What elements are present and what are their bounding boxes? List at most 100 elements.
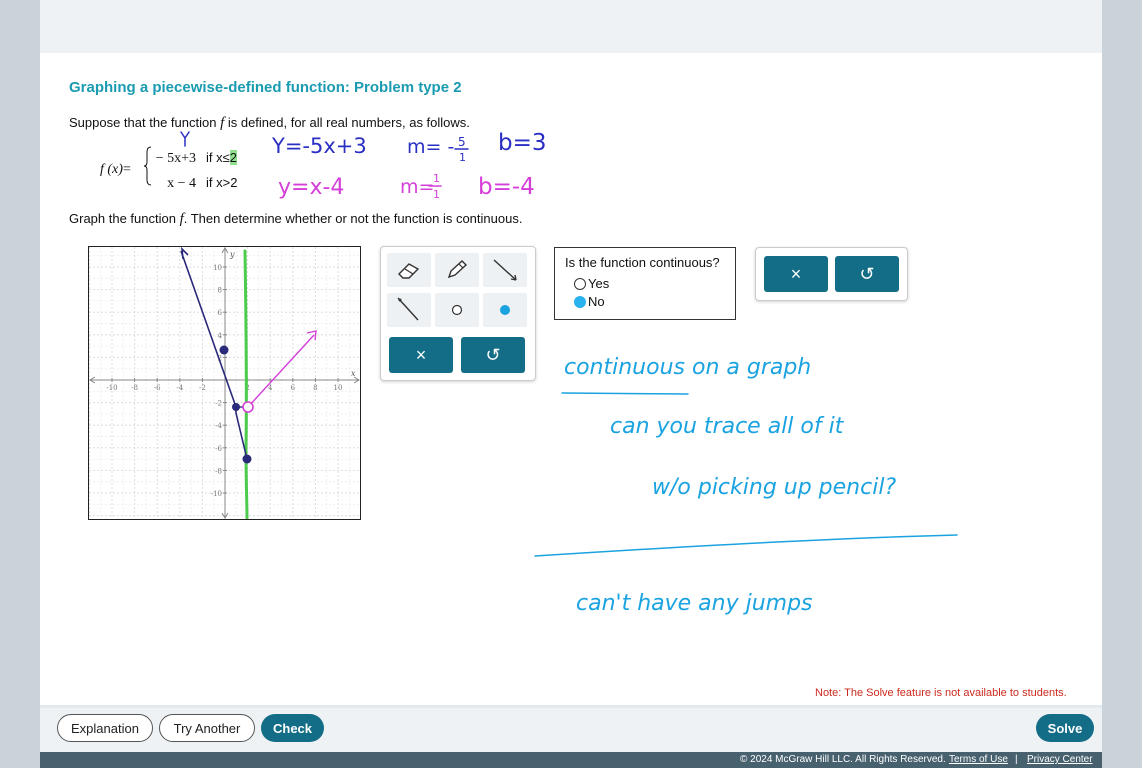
radio-no-selected[interactable] [574, 295, 586, 308]
y-tick-label: 4 [218, 332, 223, 340]
open-point-icon [451, 304, 463, 316]
ink-text-m2-num: 1 [433, 172, 440, 185]
problem-title: Graphing a piecewise-defined function: P… [69, 79, 462, 96]
tick-labels: -10 -8 -6 -4 -2 2 4 6 8 10108642-2-4-6-8-10 [106, 264, 342, 498]
fx-equals: = [122, 162, 131, 177]
ink-text-jumps: can't have any jumps [576, 591, 813, 616]
close-icon: × [790, 263, 802, 284]
eraser-icon [398, 263, 420, 279]
bottom-action-bar: Explanation Try Another Check Solve [40, 708, 1102, 752]
footer: © 2024 McGraw Hill LLC. All Rights Reser… [40, 752, 1102, 768]
y-tick-label: -8 [215, 467, 222, 475]
ink-annotations-cyan: continuous on a graph can you trace all … [534, 355, 958, 616]
y-tick-label: 8 [218, 287, 222, 295]
option-yes[interactable]: Yes [574, 276, 609, 291]
ink-text-continuous: continuous on a graph [564, 355, 811, 380]
ray-icon [397, 297, 419, 321]
top-band [40, 0, 1102, 53]
option-no-label: No [588, 294, 605, 309]
undo-icon: ↺ [485, 344, 501, 365]
graph-area[interactable]: -10 -8 -6 -4 -2 2 4 6 8 10 10 8 6 4 2 -2 -4 -6 -8 -10 x y [88, 246, 361, 520]
intro-text-before: Suppose that the function [69, 115, 221, 130]
option-no[interactable]: No [574, 294, 605, 309]
problem-instruction: Graph the function f. Then determine whe… [69, 211, 522, 228]
piece-2-condition: if x>2 [206, 175, 237, 190]
explanation-button[interactable]: Explanation [57, 714, 153, 742]
open-point-tool[interactable] [435, 293, 479, 327]
fx-name: f (x) [100, 162, 123, 177]
piece-1-condition-prefix: if x≤ [206, 150, 230, 165]
fx-label: f (x)= [100, 162, 131, 178]
ink-annotations-magenta: y=x-4 m= 1 1 b=-4 [278, 172, 535, 201]
close-icon: × [415, 344, 427, 365]
piece-row-2: x − 4 if x>2 [138, 175, 237, 192]
footer-separator: | [1015, 754, 1018, 765]
piece-1-expression: − 5x+3 [155, 151, 196, 166]
answer-controls-panel: × ↺ [755, 247, 908, 301]
piece-row-1: − 5x+3 if x≤2 [138, 150, 237, 167]
green-boundary-line [243, 249, 249, 519]
ink-text-m2: m= [400, 176, 434, 198]
continuity-question-box: Is the function continuous? Yes No [554, 247, 736, 320]
eraser-tool[interactable] [387, 253, 431, 287]
y-tick-label: -2 [215, 400, 222, 408]
ink-text-trace: can you trace all of it [610, 414, 845, 439]
ink-text-m1-den: 1 [459, 151, 466, 164]
piece-2-expression: x − 4 [167, 176, 196, 191]
y-tick-label: 10 [213, 264, 222, 272]
y-tick-label: 6 [218, 309, 223, 317]
terms-of-use-link[interactable]: Terms of Use [949, 754, 1008, 765]
closed-point-tool[interactable] [483, 293, 527, 327]
line-segment-icon [493, 259, 517, 281]
x-tick-label: -8 [131, 384, 138, 392]
instruction-after: . Then determine whether or not the func… [183, 211, 523, 226]
ink-text-m2-den: 1 [433, 188, 440, 201]
answer-undo-button[interactable]: ↺ [835, 256, 899, 292]
y-tick-label: -10 [211, 490, 222, 498]
solve-button[interactable]: Solve [1036, 714, 1094, 742]
axes [89, 247, 360, 519]
pencil-tool[interactable] [435, 253, 479, 287]
privacy-center-link[interactable]: Privacy Center [1027, 754, 1093, 765]
closed-point-icon [500, 305, 510, 315]
piece-2-condition-prefix: if x> [206, 175, 231, 190]
y-tick-label: -6 [215, 445, 222, 453]
problem-frame: Graphing a piecewise-defined function: P… [40, 0, 1102, 768]
copyright-text: © 2024 McGraw Hill LLC. All Rights Reser… [740, 754, 946, 765]
coordinate-plane[interactable]: -10 -8 -6 -4 -2 2 4 6 8 10108642-2-4-6-8-10 x y [89, 247, 360, 519]
ink-text-m1: m= - [407, 136, 454, 158]
ink-text-pencil: w/o picking up pencil? [652, 475, 896, 500]
x-tick-label: 8 [313, 384, 317, 392]
solve-note: Note: The Solve feature is not available… [815, 687, 1067, 699]
ink-text-m1-num: 5 [458, 135, 466, 149]
x-tick-label: 10 [334, 384, 343, 392]
try-another-button[interactable]: Try Another [159, 714, 255, 742]
option-yes-label: Yes [588, 276, 610, 291]
graph-undo-button[interactable]: ↺ [461, 337, 525, 373]
graph-clear-button[interactable]: × [389, 337, 453, 373]
piece-1-condition-value: 2 [229, 150, 237, 165]
y-tick-label: -4 [215, 422, 222, 430]
closed-point-neg6 [242, 454, 252, 464]
x-tick-label: -6 [154, 384, 161, 392]
intro-text-after: is defined, for all real numbers, as fol… [224, 115, 470, 130]
y-axis-label: y [229, 250, 235, 259]
piece-1-condition: if x≤2 [206, 150, 237, 165]
radio-yes[interactable] [574, 277, 586, 290]
x-tick-label: 6 [291, 384, 296, 392]
check-button[interactable]: Check [261, 714, 324, 742]
piece-1-arrowhead [180, 247, 189, 260]
x-tick-label: -2 [199, 384, 206, 392]
undo-icon: ↺ [859, 263, 875, 284]
open-point-2-neg2 [242, 401, 254, 413]
graph-tools-panel: × ↺ [380, 246, 536, 381]
line-segment-tool[interactable] [483, 253, 527, 287]
answer-clear-button[interactable]: × [764, 256, 828, 292]
ink-text-eq1: Y=-5x+3 [271, 134, 367, 158]
x-tick-label: -10 [106, 384, 117, 392]
closed-point-2-neg7 [232, 403, 240, 411]
ink-text-b2: b=-4 [478, 174, 535, 200]
continuity-question: Is the function continuous? [565, 255, 720, 270]
x-axis-label: x [351, 369, 356, 378]
ray-tool[interactable] [387, 293, 431, 327]
